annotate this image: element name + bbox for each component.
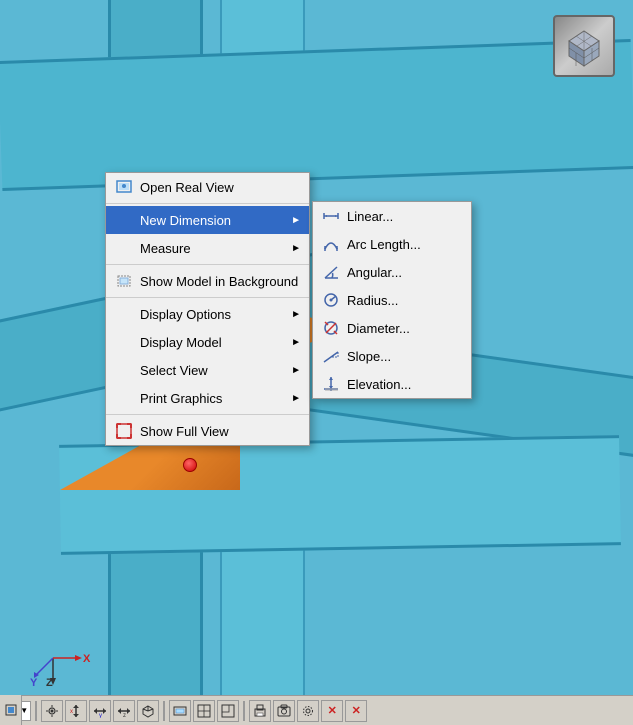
- submenu-label-slope: Slope...: [347, 349, 391, 364]
- fit-x-button[interactable]: x: [65, 700, 87, 722]
- toolbar-separator-1: [35, 701, 37, 721]
- camera-button[interactable]: [41, 700, 63, 722]
- fit-y-button[interactable]: y: [89, 700, 111, 722]
- new-dimension-icon: [114, 210, 134, 230]
- angular-dimension-icon: [321, 262, 341, 282]
- beam-horizontal-1: [0, 39, 633, 191]
- menu-divider-2: [106, 264, 309, 265]
- fit-iso-button[interactable]: [137, 700, 159, 722]
- connection-dot-2: [183, 458, 197, 472]
- menu-item-display-model[interactable]: Display Model ►: [106, 328, 309, 356]
- radius-dimension-icon: [321, 290, 341, 310]
- menu-divider-1: [106, 203, 309, 204]
- corner-button-left[interactable]: [0, 695, 22, 725]
- x-axis-label: X: [83, 653, 91, 665]
- menu-item-show-model-bg[interactable]: Show Model in Background: [106, 267, 309, 295]
- submenu-item-elevation[interactable]: Elevation...: [313, 370, 471, 398]
- menu-label-print-graphics: Print Graphics: [140, 391, 222, 406]
- menu-label-new-dimension: New Dimension: [140, 213, 231, 228]
- menu-label-measure: Measure: [140, 241, 191, 256]
- display-model-icon: [114, 332, 134, 352]
- print-graphics-arrow: ►: [291, 393, 301, 404]
- close-button[interactable]: ✕: [345, 700, 367, 722]
- menu-item-select-view[interactable]: Select View ►: [106, 356, 309, 384]
- menu-label-display-options: Display Options: [140, 307, 231, 322]
- menu-label-show-model-bg: Show Model in Background: [140, 274, 298, 289]
- menu-item-print-graphics[interactable]: Print Graphics ►: [106, 384, 309, 412]
- submenu-label-angular: Angular...: [347, 265, 402, 280]
- submenu-label-radius: Radius...: [347, 293, 398, 308]
- coordinate-axis: Z Y X: [28, 623, 98, 683]
- main-context-menu: Open Real View New Dimension ► Measure ►…: [105, 172, 310, 446]
- y-axis-label: Y: [30, 677, 38, 688]
- menu-item-show-full-view[interactable]: Show Full View: [106, 417, 309, 445]
- submenu-item-radius[interactable]: Radius...: [313, 286, 471, 314]
- nav-cube[interactable]: [553, 15, 615, 77]
- print-button[interactable]: [249, 700, 271, 722]
- elevation-dimension-icon: [321, 374, 341, 394]
- submenu-label-diameter: Diameter...: [347, 321, 410, 336]
- display-options-icon: [114, 304, 134, 324]
- submenu-label-elevation: Elevation...: [347, 377, 411, 392]
- diameter-dimension-icon: [321, 318, 341, 338]
- submenu-label-arc-length: Arc Length...: [347, 237, 421, 252]
- open-real-view-icon: [114, 177, 134, 197]
- view3-button[interactable]: [217, 700, 239, 722]
- select-view-arrow: ►: [291, 365, 301, 376]
- menu-divider-3: [106, 297, 309, 298]
- measure-arrow: ►: [291, 243, 301, 254]
- capture-button[interactable]: [273, 700, 295, 722]
- menu-item-measure[interactable]: Measure ►: [106, 234, 309, 262]
- bottom-toolbar: 10 ▼ x y z: [0, 695, 633, 725]
- linear-dimension-icon: [321, 206, 341, 226]
- settings-button[interactable]: [297, 700, 319, 722]
- slope-dimension-icon: [321, 346, 341, 366]
- toolbar-separator-3: [243, 701, 245, 721]
- show-full-view-icon: [114, 421, 134, 441]
- toolbar-separator-2: [163, 701, 165, 721]
- display-model-arrow: ►: [291, 337, 301, 348]
- select-view-icon: [114, 360, 134, 380]
- submenu-item-linear[interactable]: Linear...: [313, 202, 471, 230]
- submenu-item-diameter[interactable]: Diameter...: [313, 314, 471, 342]
- z-axis-label: Z: [46, 677, 53, 688]
- display-options-arrow: ►: [291, 309, 301, 320]
- submenu-item-angular[interactable]: Angular...: [313, 258, 471, 286]
- menu-label-display-model: Display Model: [140, 335, 222, 350]
- menu-label-show-full-view: Show Full View: [140, 424, 229, 439]
- close-x-button[interactable]: ✕: [321, 700, 343, 722]
- menu-item-new-dimension[interactable]: New Dimension ►: [106, 206, 309, 234]
- print-graphics-icon: [114, 388, 134, 408]
- svg-text:y: y: [99, 713, 102, 718]
- measure-icon: [114, 238, 134, 258]
- view2-button[interactable]: [193, 700, 215, 722]
- menu-item-open-real-view[interactable]: Open Real View: [106, 173, 309, 201]
- fit-z-button[interactable]: z: [113, 700, 135, 722]
- menu-divider-4: [106, 414, 309, 415]
- menu-label-select-view: Select View: [140, 363, 208, 378]
- menu-item-display-options[interactable]: Display Options ►: [106, 300, 309, 328]
- svg-text:x: x: [70, 709, 73, 715]
- menu-label-open-real-view: Open Real View: [140, 180, 234, 195]
- submenu-label-linear: Linear...: [347, 209, 393, 224]
- new-dimension-submenu: Linear... Arc Length... Angular...: [312, 201, 472, 399]
- submenu-item-arc-length[interactable]: Arc Length...: [313, 230, 471, 258]
- svg-text:z: z: [123, 713, 126, 718]
- show-model-bg-icon: [114, 271, 134, 291]
- view1-button[interactable]: [169, 700, 191, 722]
- arc-length-icon: [321, 234, 341, 254]
- submenu-item-slope[interactable]: Slope...: [313, 342, 471, 370]
- new-dimension-arrow: ►: [291, 215, 301, 226]
